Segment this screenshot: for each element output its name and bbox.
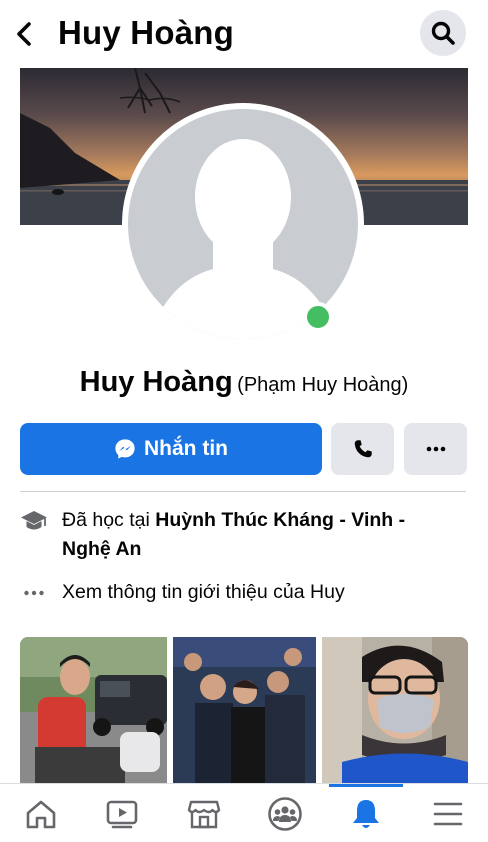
back-button[interactable]	[10, 18, 38, 50]
tab-menu[interactable]	[407, 784, 488, 842]
online-status-dot	[303, 302, 333, 332]
video-icon	[106, 800, 137, 828]
chevron-left-icon	[17, 22, 31, 46]
groups-icon	[267, 796, 302, 831]
tab-notifications[interactable]	[325, 784, 406, 842]
photos-grid	[20, 637, 468, 785]
photo-3[interactable]	[322, 637, 468, 785]
education-school-line2[interactable]: Nghệ An	[62, 538, 141, 560]
tab-groups[interactable]	[244, 784, 325, 842]
more-options-button[interactable]	[404, 423, 467, 475]
see-about-row[interactable]: Xem thông tin giới thiệu của Huy	[20, 578, 468, 607]
search-button[interactable]	[420, 10, 466, 56]
graduation-cap-icon	[20, 507, 48, 535]
more-dots-icon	[20, 579, 48, 607]
profile-alternate-name: (Phạm Huy Hoàng)	[237, 374, 409, 396]
tab-marketplace[interactable]	[163, 784, 244, 842]
store-icon	[187, 800, 220, 828]
message-button-label: Nhắn tin	[144, 437, 228, 460]
section-divider	[20, 491, 466, 492]
menu-icon	[433, 802, 462, 825]
profile-name-row: Huy Hoàng (Phạm Huy Hoàng)	[0, 366, 488, 399]
education-text: Đã học tại Huỳnh Thúc Kháng - Vinh - Ngh…	[62, 506, 405, 564]
more-dots-icon	[426, 446, 445, 452]
see-about-label: Xem thông tin giới thiệu của Huy	[62, 581, 345, 603]
bottom-tab-bar	[0, 783, 488, 842]
home-icon	[26, 800, 55, 828]
bell-icon	[352, 799, 379, 828]
phone-icon	[354, 440, 372, 458]
education-prefix: Đã học tại	[62, 509, 150, 531]
photo-2[interactable]	[173, 637, 316, 785]
photo-1[interactable]	[20, 637, 167, 785]
top-bar: Huy Hoàng	[0, 0, 488, 68]
tab-home[interactable]	[0, 784, 81, 842]
page-title: Huy Hoàng	[58, 14, 234, 51]
messenger-icon	[115, 439, 135, 459]
profile-name: Huy Hoàng	[79, 366, 233, 398]
search-icon	[431, 21, 455, 45]
education-row: Đã học tại Huỳnh Thúc Kháng - Vinh - Ngh…	[20, 506, 468, 564]
call-button[interactable]	[331, 423, 394, 475]
tab-watch[interactable]	[81, 784, 162, 842]
education-school-line1[interactable]: Huỳnh Thúc Kháng - Vinh -	[155, 509, 405, 531]
message-button[interactable]: Nhắn tin	[20, 423, 322, 475]
